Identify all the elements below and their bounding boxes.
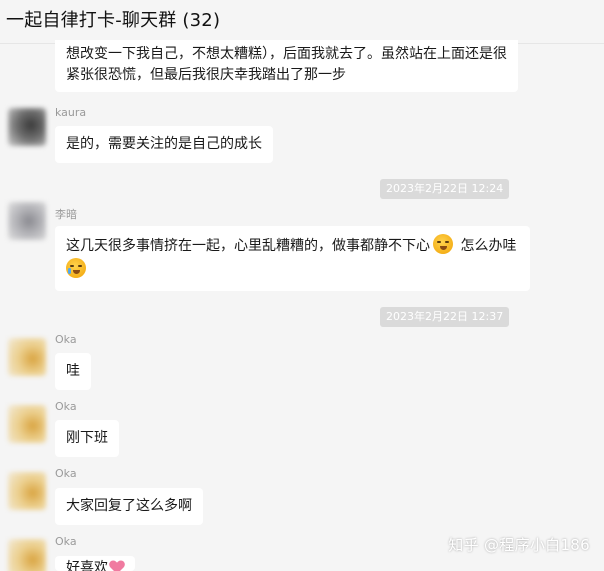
message-line: 好喜欢	[66, 558, 124, 571]
message-text: 刚下班	[66, 430, 108, 446]
message-bubble[interactable]: 是的，需要关注的是自己的成长	[55, 126, 273, 163]
chat-title-bar: 一起自律打卡-聊天群 (32)	[0, 0, 604, 44]
message-bubble[interactable]: 哇	[55, 353, 91, 390]
avatar[interactable]	[8, 539, 46, 571]
message-bubble[interactable]: 想改变一下我自己，不想太糟糕），后面我就去了。虽然站在上面还是很 紧张很恐慌，但…	[55, 40, 518, 92]
watermark: 知乎 @程序小白186	[448, 536, 590, 554]
avatar[interactable]	[8, 472, 46, 510]
message-text: 紧张很恐慌，但最后我很庆幸我踏出了那一步	[66, 67, 346, 83]
sender-name: 李暗	[55, 208, 77, 221]
avatar[interactable]	[8, 108, 46, 146]
message-line: 这几天很多事情挤在一起，心里乱糟糟的，做事都静不下心 怎么办哇	[66, 234, 519, 258]
message-bubble[interactable]: 好喜欢	[55, 556, 135, 571]
timestamp-pill: 2023年2月22日 12:37	[380, 307, 510, 327]
message-text: 大家回复了这么多啊	[66, 498, 192, 514]
loudly-crying-emoji	[66, 258, 86, 278]
message-bubble[interactable]: 刚下班	[55, 420, 119, 457]
sender-name: Oka	[55, 467, 77, 480]
sender-name: kaura	[55, 106, 87, 119]
message-bubble[interactable]: 大家回复了这么多啊	[55, 488, 203, 525]
message-text: 哇	[66, 363, 80, 379]
avatar[interactable]	[8, 202, 46, 240]
sender-name: Oka	[55, 400, 77, 413]
sender-name: Oka	[55, 333, 77, 346]
sweat-cry-emoji	[433, 234, 453, 254]
chat-title: 一起自律打卡-聊天群 (32)	[6, 10, 221, 31]
message-line	[66, 258, 519, 282]
sender-name: Oka	[55, 535, 77, 548]
avatar[interactable]	[8, 338, 46, 376]
message-text: 想改变一下我自己，不想太糟糕），后面我就去了。虽然站在上面还是很	[66, 46, 507, 62]
message-text: 怎么办哇	[460, 238, 517, 254]
message-text: 是的，需要关注的是自己的成长	[66, 136, 262, 152]
message-bubble[interactable]: 这几天很多事情挤在一起，心里乱糟糟的，做事都静不下心 怎么办哇	[55, 226, 530, 291]
avatar[interactable]	[8, 405, 46, 443]
heart-emoji	[110, 561, 124, 571]
message-text: 这几天很多事情挤在一起，心里乱糟糟的，做事都静不下心	[66, 238, 430, 254]
message-text: 好喜欢	[66, 560, 108, 571]
timestamp-pill: 2023年2月22日 12:24	[380, 179, 510, 199]
